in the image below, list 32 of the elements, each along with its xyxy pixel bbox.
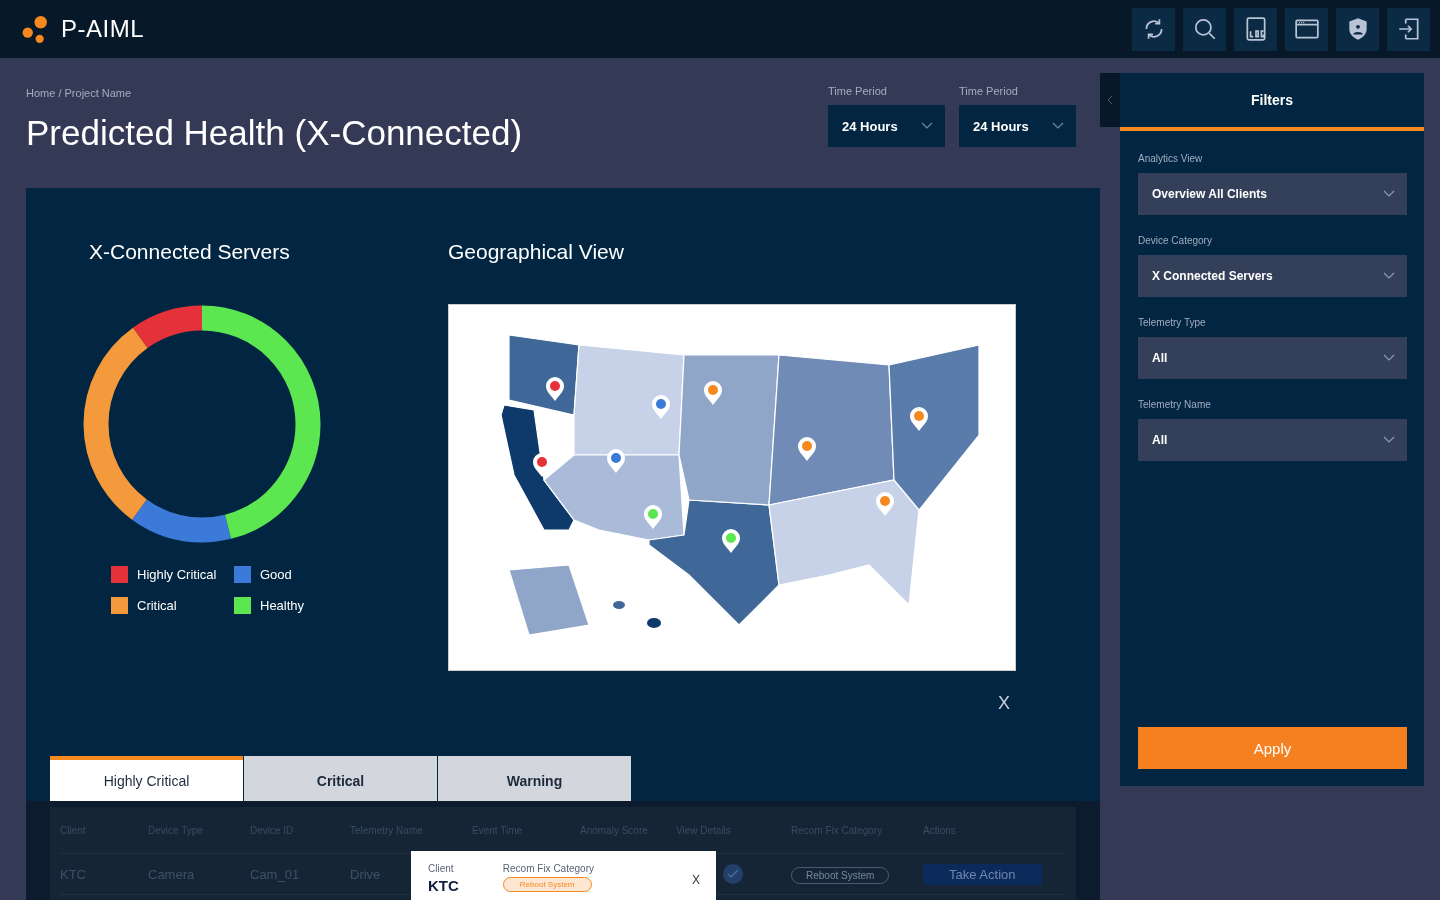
legend-label: Healthy — [260, 598, 305, 613]
section-title: X-Connected Servers — [89, 240, 290, 264]
field-label: Time Period — [959, 85, 1019, 97]
field-label: Telemetry Type — [1138, 317, 1207, 328]
panel-title: Filters — [1251, 92, 1293, 108]
client-value: KTC — [428, 877, 459, 894]
close-button[interactable]: X — [692, 873, 700, 887]
filter-dropdown[interactable]: X Connected Servers — [1138, 255, 1407, 297]
field-label: Client — [428, 863, 454, 874]
time-period-dropdown[interactable]: 24 Hours — [959, 105, 1076, 147]
field-label: Device Category — [1138, 235, 1213, 246]
section-title: Geographical View — [448, 240, 625, 264]
time-period-dropdown[interactable]: 24 Hours — [828, 105, 945, 147]
fix-category-tag: Reboot System — [502, 877, 592, 892]
field-label: Analytics View — [1138, 153, 1204, 164]
field-label: Recom Fix Category — [502, 863, 594, 874]
tab[interactable]: Critical — [244, 756, 437, 801]
take-action-button[interactable]: Take Action — [923, 863, 1042, 885]
page-title: Predicted Health (X-Connected) — [26, 113, 523, 153]
filter-dropdown[interactable]: All — [1138, 419, 1407, 461]
legend-label: Highly Critical — [137, 567, 217, 582]
filter-dropdown[interactable]: Overview All Clients — [1138, 173, 1407, 215]
legend-label: Good — [260, 567, 292, 582]
breadcrumb: Home / Project Name — [26, 87, 133, 99]
tab[interactable]: Warning — [438, 756, 631, 801]
tab[interactable]: Highly Critical — [50, 756, 243, 801]
filter-dropdown[interactable]: All — [1138, 337, 1407, 379]
legend-label: Critical — [137, 598, 177, 613]
app-name: P-AIML — [61, 15, 144, 43]
field-label: Time Period — [828, 85, 888, 97]
field-label: Telemetry Name — [1138, 399, 1212, 410]
close-button[interactable]: X — [998, 693, 1010, 714]
